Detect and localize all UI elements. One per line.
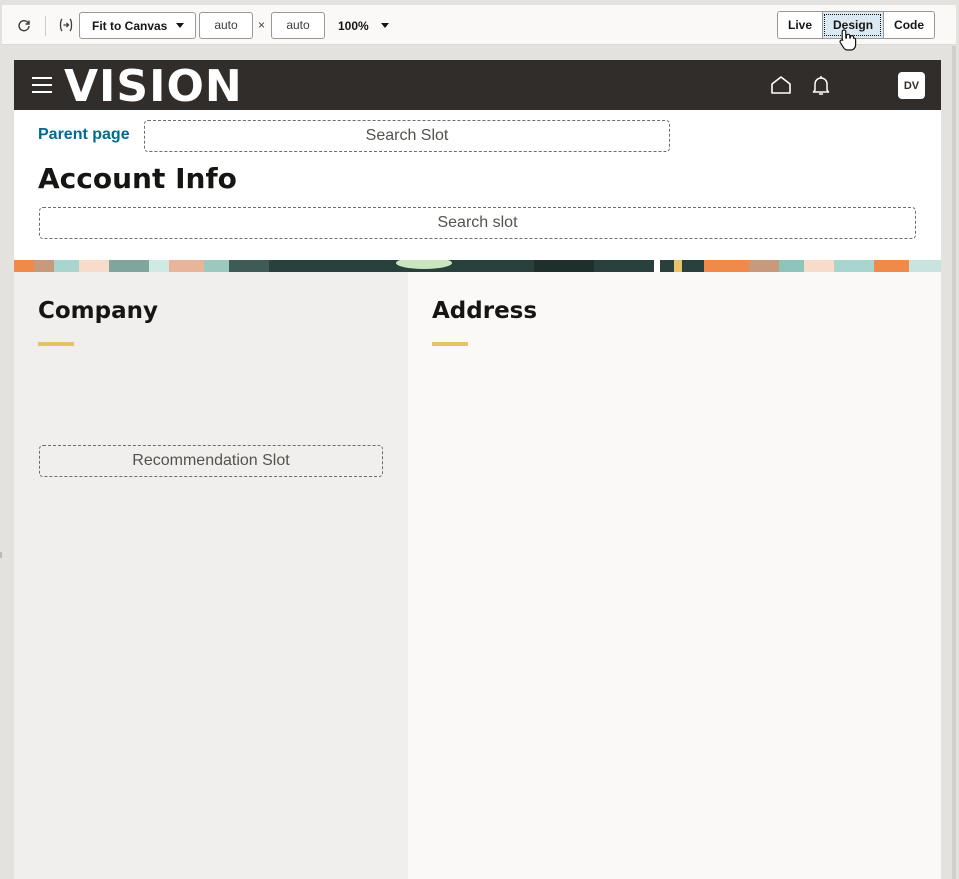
live-mode-button[interactable]: Live [778,12,822,38]
width-input[interactable]: auto [199,12,253,39]
design-canvas: VISION DV Parent page Search Slot Accoun… [14,60,941,879]
expression-icon[interactable] [52,5,80,45]
page-title: Account Info [38,162,237,195]
hamburger-menu-icon[interactable] [32,77,52,93]
address-accent-bar [432,342,468,346]
chevron-down-icon [381,23,389,28]
zoom-select[interactable]: 100% [332,12,394,39]
search-slot[interactable]: Search slot [39,207,916,239]
company-title: Company [38,298,158,324]
fit-to-canvas-label: Fit to Canvas [92,18,168,33]
vision-logo: VISION [64,61,243,112]
company-section: Company Recommendation Slot [14,272,408,879]
zoom-label: 100% [338,18,369,33]
splitter-handle[interactable] [0,552,2,558]
company-accent-bar [38,342,74,346]
height-input[interactable]: auto [271,12,325,39]
app-header: VISION DV [14,60,941,112]
designer-toolbar: Fit to Canvas auto × auto 100% Live Desi… [2,4,956,45]
chevron-down-icon [176,23,184,28]
home-icon[interactable] [770,75,792,95]
avatar[interactable]: DV [898,72,925,99]
fit-to-canvas-select[interactable]: Fit to Canvas [79,12,196,39]
address-section: Address [408,272,941,879]
top-search-slot[interactable]: Search Slot [144,120,670,152]
toolbar-divider [45,16,46,36]
page-header: Parent page Search Slot Account Info Sea… [14,110,941,260]
bell-icon[interactable] [811,75,831,96]
canvas-scrollbar[interactable] [952,46,956,879]
address-title: Address [432,298,538,324]
parent-page-link[interactable]: Parent page [38,126,130,144]
hand-pointer-icon [839,29,857,51]
recommendation-slot[interactable]: Recommendation Slot [39,445,383,477]
code-mode-button[interactable]: Code [883,12,934,38]
refresh-icon[interactable] [10,5,38,45]
decorative-banner [14,260,941,272]
times-symbol: × [258,18,266,32]
